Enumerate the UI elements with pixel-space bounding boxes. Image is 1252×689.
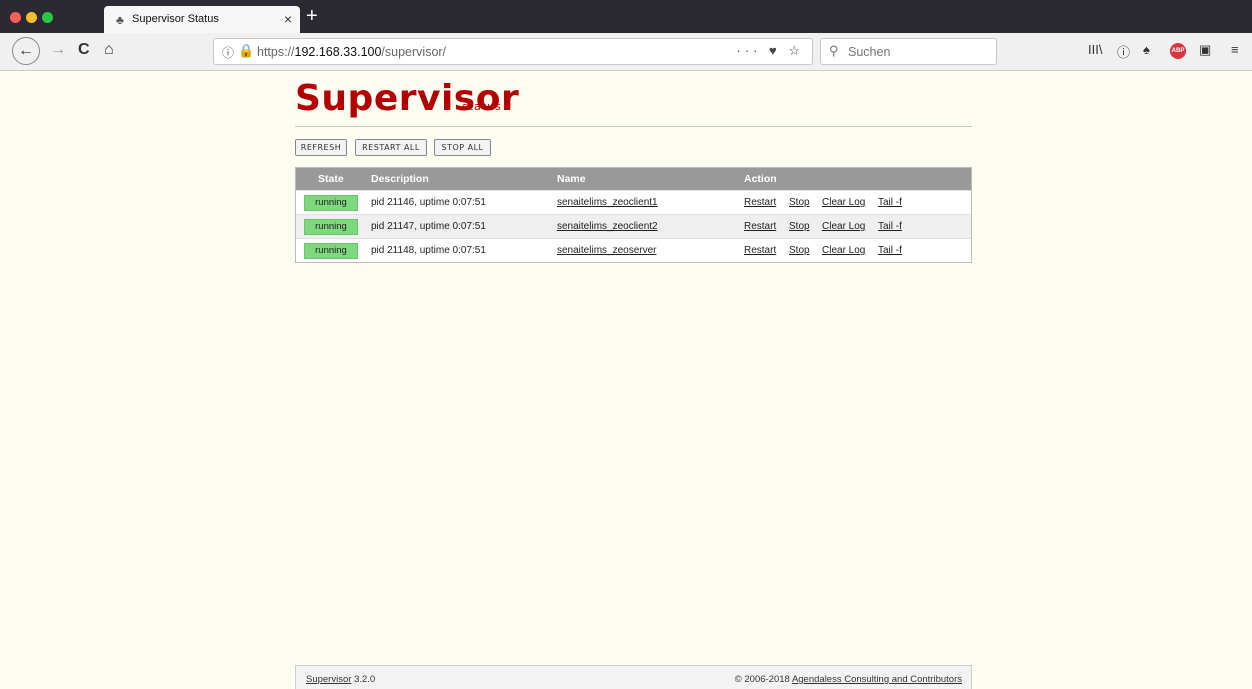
new-tab-button[interactable]: + bbox=[306, 5, 318, 28]
copyright-text: © 2006-2018 bbox=[734, 674, 790, 685]
stop-all-button[interactable]: STOP ALL bbox=[434, 139, 491, 156]
header-name: Name bbox=[557, 173, 586, 185]
tail-link[interactable]: Tail -f bbox=[878, 221, 902, 232]
restart-link[interactable]: Restart bbox=[744, 245, 776, 256]
minimize-window-button[interactable] bbox=[26, 12, 37, 23]
status-badge: running bbox=[304, 243, 358, 259]
process-description: pid 21147, uptime 0:07:51 bbox=[371, 221, 486, 232]
refresh-button[interactable]: REFRESH bbox=[295, 139, 347, 156]
maximize-window-button[interactable] bbox=[42, 12, 53, 23]
status-badge: running bbox=[304, 195, 358, 211]
insecure-lock-icon[interactable]: 🔒 bbox=[238, 43, 254, 59]
site-info-icon[interactable]: ⓘ bbox=[222, 44, 234, 61]
reload-icon[interactable]: C bbox=[78, 41, 90, 59]
extension-icon[interactable]: ♠ bbox=[1143, 42, 1150, 57]
url-bar[interactable]: ⓘ 🔒 https://192.168.33.100/supervisor/ ·… bbox=[213, 38, 813, 65]
header-description: Description bbox=[371, 173, 429, 185]
process-description: pid 21146, uptime 0:07:51 bbox=[371, 197, 486, 208]
clear-log-link[interactable]: Clear Log bbox=[822, 197, 865, 208]
stop-link[interactable]: Stop bbox=[789, 245, 810, 256]
supervisor-favicon-icon: ♣ bbox=[116, 13, 124, 27]
browser-toolbar: ← → C ⌂ ⓘ 🔒 https://192.168.33.100/super… bbox=[0, 33, 1252, 71]
version-number: 3.2.0 bbox=[354, 674, 376, 685]
search-icon: ⚲ bbox=[829, 43, 839, 58]
back-arrow-icon[interactable]: ← bbox=[12, 37, 40, 65]
browser-tab[interactable]: ♣ Supervisor Status × bbox=[104, 6, 300, 33]
search-placeholder: Suchen bbox=[848, 45, 891, 59]
stop-link[interactable]: Stop bbox=[789, 221, 810, 232]
table-row: running pid 21146, uptime 0:07:51 senait… bbox=[296, 190, 971, 214]
logo-subtitle: status bbox=[462, 100, 502, 113]
header-action: Action bbox=[744, 173, 777, 185]
process-name-link[interactable]: senaitelims_zeoclient2 bbox=[557, 221, 658, 232]
process-description: pid 21148, uptime 0:07:51 bbox=[371, 245, 486, 256]
adblock-icon[interactable]: ABP bbox=[1170, 43, 1186, 59]
tail-link[interactable]: Tail -f bbox=[878, 245, 902, 256]
header-divider bbox=[295, 126, 972, 127]
menu-icon[interactable]: ≡ bbox=[1231, 42, 1239, 57]
header-state: State bbox=[318, 173, 344, 185]
table-row: running pid 21147, uptime 0:07:51 senait… bbox=[296, 214, 971, 238]
process-name-link[interactable]: senaitelims_zeoserver bbox=[557, 245, 657, 256]
table-row: running pid 21148, uptime 0:07:51 senait… bbox=[296, 238, 971, 262]
info-icon[interactable]: ⓘ bbox=[1117, 42, 1130, 61]
page-footer: Supervisor 3.2.0 © 2006-2018 Agendaless … bbox=[295, 665, 972, 689]
library-icon[interactable]: III\ bbox=[1088, 42, 1102, 57]
home-icon[interactable]: ⌂ bbox=[104, 41, 114, 59]
clear-log-link[interactable]: Clear Log bbox=[822, 245, 865, 256]
search-input[interactable]: ⚲ Suchen bbox=[820, 38, 997, 65]
tab-title: Supervisor Status bbox=[132, 13, 219, 25]
status-badge: running bbox=[304, 219, 358, 235]
restart-link[interactable]: Restart bbox=[744, 221, 776, 232]
process-table: State Description Name Action running pi… bbox=[295, 167, 972, 263]
clear-log-link[interactable]: Clear Log bbox=[822, 221, 865, 232]
supervisor-link[interactable]: Supervisor bbox=[306, 674, 351, 685]
close-window-button[interactable] bbox=[10, 12, 21, 23]
browser-titlebar: ♣ Supervisor Status × + bbox=[0, 0, 1252, 33]
footer-copyright: © 2006-2018 Agendaless Consulting and Co… bbox=[735, 674, 962, 685]
tail-link[interactable]: Tail -f bbox=[878, 197, 902, 208]
process-name-link[interactable]: senaitelims_zeoclient1 bbox=[557, 197, 658, 208]
stop-link[interactable]: Stop bbox=[789, 197, 810, 208]
forward-arrow-icon[interactable]: → bbox=[50, 41, 66, 59]
restart-link[interactable]: Restart bbox=[744, 197, 776, 208]
agendaless-link[interactable]: Agendaless Consulting and Contributors bbox=[792, 674, 962, 685]
url-text[interactable]: https://192.168.33.100/supervisor/ bbox=[257, 45, 446, 59]
close-tab-icon[interactable]: × bbox=[284, 11, 292, 27]
page-actions-icon[interactable]: ··· ♥ ☆ bbox=[736, 43, 804, 59]
table-header: State Description Name Action bbox=[296, 168, 971, 190]
sidebar-icon[interactable]: ▣ bbox=[1199, 42, 1211, 58]
footer-version: Supervisor 3.2.0 bbox=[306, 674, 375, 685]
restart-all-button[interactable]: RESTART ALL bbox=[355, 139, 427, 156]
